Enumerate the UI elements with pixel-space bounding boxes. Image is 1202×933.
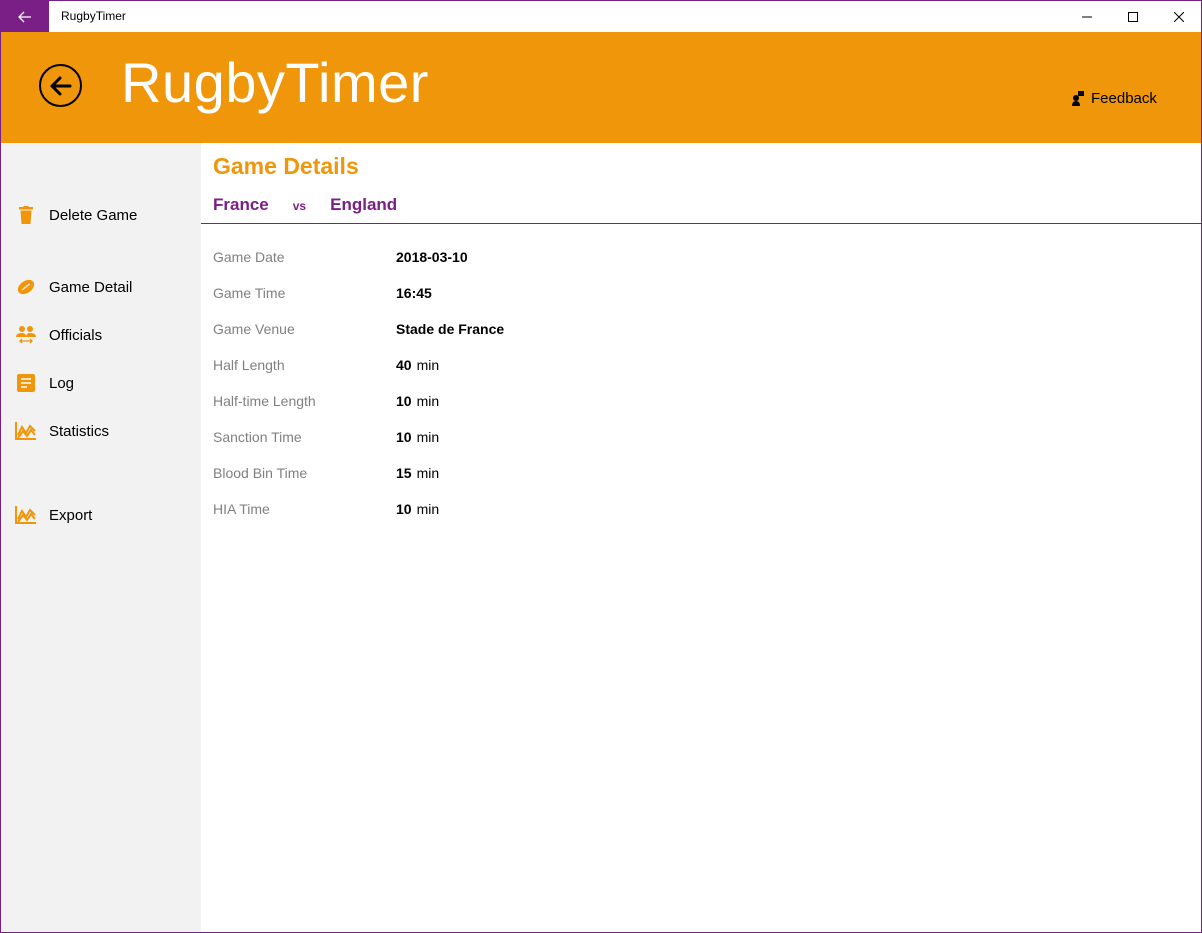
close-button[interactable] [1156, 1, 1201, 32]
detail-value: 10 min [396, 501, 440, 517]
vs-label: vs [292, 199, 307, 213]
detail-label: HIA Time [213, 501, 270, 517]
sidebar-item-label: Statistics [49, 422, 110, 440]
detail-value: 2018-03-10 [396, 249, 468, 265]
sidebar-item-label: Officials [49, 326, 103, 344]
detail-value: 16:45 [396, 285, 432, 301]
detail-value: 15 min [396, 465, 440, 481]
app-header: RugbyTimer Feedback [1, 32, 1201, 143]
header-back-button[interactable] [39, 64, 82, 107]
home-team: France [213, 195, 269, 214]
detail-row-blood-bin-time: Blood Bin Time 15 min [213, 461, 913, 485]
detail-value: 10 min [396, 393, 440, 409]
officials-icon [15, 324, 37, 346]
sidebar-item-log[interactable]: Log [1, 363, 201, 403]
sidebar-item-export[interactable]: Export [1, 495, 201, 535]
detail-unit: min [416, 429, 440, 445]
back-arrow-icon [18, 11, 31, 22]
sidebar-item-label: Game Detail [49, 278, 133, 296]
titlebar-back-button[interactable] [1, 1, 49, 32]
detail-row-game-time: Game Time 16:45 [213, 281, 913, 305]
detail-label: Game Venue [213, 321, 295, 337]
rugby-ball-icon [15, 276, 37, 298]
detail-row-half-time-length: Half-time Length 10 min [213, 389, 913, 413]
sidebar-item-label: Log [49, 374, 75, 392]
feedback-icon [1072, 90, 1084, 106]
minimize-icon [1082, 16, 1092, 17]
sidebar: Delete Game Game Detail Officials Log St… [1, 143, 201, 932]
app-window: RugbyTimer RugbyTimer Feedback Delete Ga… [0, 0, 1202, 933]
detail-label: Half Length [213, 357, 285, 373]
feedback-button[interactable]: Feedback [1071, 90, 1157, 107]
teams-header: France vs England [213, 195, 397, 221]
window-title: RugbyTimer [61, 9, 126, 23]
log-icon [15, 372, 37, 394]
detail-value: 10 min [396, 429, 440, 445]
detail-value: 40 min [396, 357, 440, 373]
detail-row-hia-time: HIA Time 10 min [213, 497, 913, 521]
export-icon [15, 504, 37, 526]
main-content: Game Details France vs England Game Date… [201, 143, 1201, 932]
detail-value: Stade de France [396, 321, 505, 337]
sidebar-item-label: Export [49, 506, 93, 524]
title-bar: RugbyTimer [1, 1, 1201, 32]
page-title: Game Details [213, 153, 359, 179]
detail-row-game-date: Game Date 2018-03-10 [213, 245, 913, 269]
detail-unit: min [416, 465, 440, 481]
close-icon [1174, 11, 1184, 22]
detail-label: Blood Bin Time [213, 465, 308, 481]
app-title: RugbyTimer [121, 51, 429, 114]
sidebar-item-delete-game[interactable]: Delete Game [1, 195, 201, 235]
detail-row-game-venue: Game Venue Stade de France [213, 317, 913, 341]
detail-label: Sanction Time [213, 429, 302, 445]
sidebar-item-statistics[interactable]: Statistics [1, 411, 201, 451]
feedback-label: Feedback [1091, 90, 1157, 107]
detail-label: Game Time [213, 285, 286, 301]
detail-unit: min [416, 501, 440, 517]
sidebar-item-label: Delete Game [49, 206, 138, 224]
maximize-icon [1128, 11, 1138, 22]
away-team: England [330, 195, 398, 214]
detail-label: Game Date [213, 249, 285, 265]
maximize-button[interactable] [1110, 1, 1156, 32]
sidebar-item-game-detail[interactable]: Game Detail [1, 267, 201, 307]
header-divider [201, 223, 1201, 224]
detail-row-sanction-time: Sanction Time 10 min [213, 425, 913, 449]
statistics-icon [15, 420, 37, 442]
detail-unit: min [416, 393, 440, 409]
detail-row-half-length: Half Length 40 min [213, 353, 913, 377]
trash-icon [15, 204, 37, 226]
detail-label: Half-time Length [213, 393, 316, 409]
minimize-button[interactable] [1064, 1, 1110, 32]
detail-unit: min [416, 357, 440, 373]
back-arrow-icon [50, 76, 71, 95]
sidebar-item-officials[interactable]: Officials [1, 315, 201, 355]
